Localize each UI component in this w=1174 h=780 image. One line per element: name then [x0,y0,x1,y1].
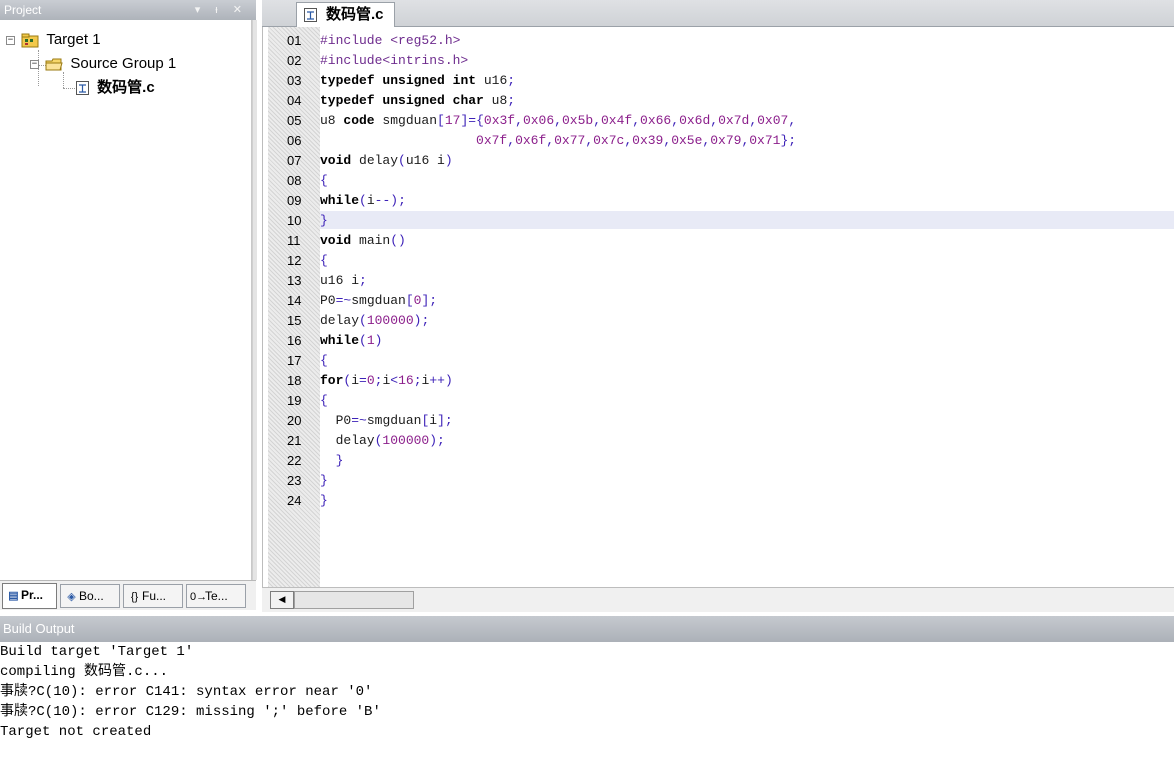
c-source-file-icon [304,8,317,23]
code-line[interactable]: { [320,251,796,271]
line-number: 18 [287,373,302,388]
code-line[interactable]: delay(100000); [320,311,796,331]
line-number: 24 [287,493,302,508]
code-line[interactable]: P0=~smgduan[0]; [320,291,796,311]
tab-project-label: Pr... [21,588,44,602]
line-number: 12 [287,253,302,268]
line-number: 22 [287,453,302,468]
line-number: 11 [287,233,301,248]
code-line[interactable]: { [320,391,796,411]
tree-item-source-group-label: Source Group 1 [70,55,177,72]
tab-file-label: 数码管.c [326,6,384,23]
code-line[interactable]: #include <reg52.h> [320,31,796,51]
code-line[interactable]: { [320,351,796,371]
collapse-icon[interactable]: − [30,59,39,69]
code-line[interactable]: #include<intrins.h> [320,51,796,71]
project-pane-scrollbar[interactable] [252,20,257,580]
code-editor[interactable]: 01 02 03 04 05 06 07 08 09 10 11 12 13 14 15 16 17 18 19 20… [262,27,1174,587]
tab-templates[interactable]: 0→Te... [186,584,246,608]
collapse-icon[interactable]: − [6,35,15,45]
project-pane-title-text: Project [4,3,42,17]
target-folder-icon [21,33,39,48]
code-line[interactable]: } [320,471,796,491]
tree-connector [63,72,64,88]
scroll-left-button[interactable]: ◀ [270,591,294,609]
line-number: 06 [287,133,302,148]
editor-horizontal-scrollbar[interactable]: ◀ [262,587,1174,612]
tab-functions-label: Fu... [142,589,167,603]
line-number: 03 [287,73,302,88]
templates-tab-icon: 0→ [190,591,208,603]
tree-item-target[interactable]: − Target 1 [6,30,101,50]
build-output-title: Build Output [0,616,1174,642]
build-output-line[interactable]: Target not created [0,722,1174,742]
code-line[interactable]: u8 code smgduan[17]={0x3f,0x06,0x5b,0x4f… [320,111,796,131]
build-output-panel[interactable]: Build target 'Target 1' compiling 数码管.c..… [0,642,1174,780]
code-line[interactable]: void delay(u16 i) [320,151,796,171]
project-pane-tabs: ▤ Pr... ◈ Bo... {} Fu... 0→Te... [0,580,256,610]
project-tree: − Target 1 − Source Group 1 数码管.c [0,20,252,580]
tree-connector [63,88,75,89]
line-number: 20 [287,413,302,428]
line-number: 05 [287,113,302,128]
line-number: 23 [287,473,302,488]
code-line[interactable]: } [320,451,796,471]
line-number: 16 [287,333,302,348]
folder-icon [45,58,63,71]
tab-books[interactable]: ◈ Bo... [60,584,120,608]
line-number: 14 [287,293,302,308]
tab-functions[interactable]: {} Fu... [123,584,183,608]
code-line[interactable]: while(1) [320,331,796,351]
tab-books-label: Bo... [79,589,104,603]
build-output-line[interactable]: compiling 数码管.c... [0,662,1174,682]
pane-controls[interactable]: ▾ ᵼ ✕ [195,0,248,20]
tab-project[interactable]: ▤ Pr... [2,583,57,609]
build-output-line[interactable]: 事牍?C(10): error C129: missing ';' before… [0,702,1174,722]
tree-item-target-label: Target 1 [46,31,101,48]
code-line[interactable]: { [320,171,796,191]
project-pane-title: Project ▾ ᵼ ✕ [0,0,256,20]
code-line[interactable]: void main() [320,231,796,251]
code-line[interactable]: 0x7f,0x6f,0x77,0x7c,0x39,0x5e,0x79,0x71}… [320,131,796,151]
project-tab-icon: ▤ [8,590,19,602]
functions-tab-icon: {} [130,591,139,603]
line-numbers: 01 02 03 04 05 06 07 08 09 10 11 12 13 14 15 16 17 18 19 20… [268,31,320,511]
c-source-file-icon [76,81,89,96]
line-number: 13 [287,273,302,288]
code-text[interactable]: #include <reg52.h> #include<intrins.h> typ… [320,31,796,511]
line-number: 17 [287,353,302,368]
code-line[interactable]: P0=~smgduan[i]; [320,411,796,431]
line-number: 02 [287,53,302,68]
build-output-line[interactable]: 事牍?C(10): error C141: syntax error near … [0,682,1174,702]
line-number: 04 [287,93,302,108]
scroll-thumb[interactable] [294,591,414,609]
tab-templates-label: Te... [205,589,228,603]
line-number: 07 [287,153,302,168]
books-tab-icon: ◈ [67,591,76,603]
code-line[interactable]: typedef unsigned char u8; [320,91,796,111]
line-number: 10 [287,213,302,228]
code-line[interactable]: while(i--); [320,191,796,211]
line-number-gutter: 01 02 03 04 05 06 07 08 09 10 11 12 13 14 15 16 17 18 19 20… [268,27,320,587]
tree-item-source-group[interactable]: − Source Group 1 [30,54,176,74]
code-line[interactable]: u16 i; [320,271,796,291]
tree-item-file[interactable]: 数码管.c [75,78,155,98]
code-line[interactable]: typedef unsigned int u16; [320,71,796,91]
code-line[interactable]: } [320,211,796,231]
line-number: 21 [287,433,302,448]
build-output-title-text: Build Output [3,621,75,636]
tab-file[interactable]: 数码管.c [296,2,395,27]
line-number: 08 [287,173,302,188]
editor-tab-bar: 数码管.c [262,0,1174,27]
code-line[interactable]: for(i=0;i<16;i++) [320,371,796,391]
line-number: 01 [287,33,302,48]
code-line[interactable]: delay(100000); [320,431,796,451]
code-line[interactable]: } [320,491,796,511]
tree-item-file-label: 数码管.c [97,79,155,96]
line-number: 09 [287,193,302,208]
build-output-line[interactable]: Build target 'Target 1' [0,642,1174,662]
line-number: 15 [287,313,302,328]
line-number: 19 [287,393,302,408]
